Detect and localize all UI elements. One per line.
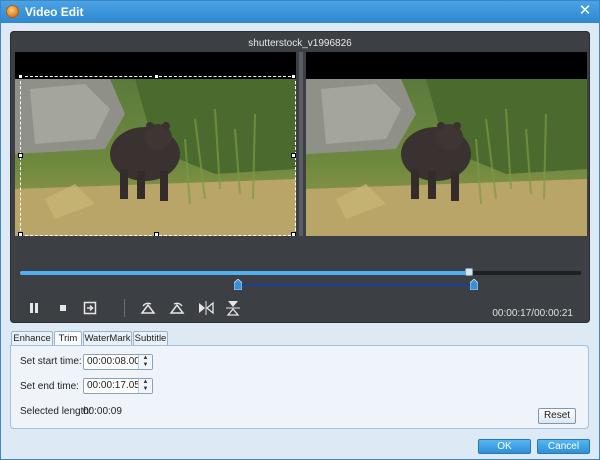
end-time-stepper[interactable]: 00:00:17.05 ▲ ▼ — [83, 378, 153, 394]
decrement-icon[interactable]: ▼ — [139, 386, 152, 393]
pause-icon — [30, 303, 38, 313]
preview-divider — [299, 52, 303, 236]
rotate-right-icon — [169, 302, 185, 314]
toolbar-separator — [124, 299, 125, 317]
tab-enhance[interactable]: Enhance — [11, 331, 53, 346]
seek-knob[interactable] — [465, 268, 474, 276]
end-time-arrows[interactable]: ▲ ▼ — [138, 379, 152, 393]
start-time-value: 00:00:08.00 — [87, 356, 140, 367]
tab-subtitle[interactable]: Subtitle — [133, 331, 168, 346]
pause-button[interactable] — [25, 299, 43, 317]
crop-handle[interactable] — [18, 74, 23, 79]
crop-handle[interactable] — [291, 153, 296, 158]
crop-handle[interactable] — [291, 74, 296, 79]
tab-watermark[interactable]: WaterMark — [83, 331, 132, 346]
output-video-preview — [306, 52, 587, 236]
snapshot-button[interactable] — [81, 299, 99, 317]
flip-horizontal-button[interactable] — [197, 299, 215, 317]
start-time-label: Set start time: — [20, 356, 82, 367]
start-time-stepper[interactable]: 00:00:08.00 ▲ ▼ — [83, 354, 153, 370]
crop-handle[interactable] — [154, 232, 159, 236]
rotate-left-button[interactable] — [139, 299, 157, 317]
start-time-arrows[interactable]: ▲ ▼ — [138, 355, 152, 369]
selected-length-value: 00:00:09 — [83, 406, 122, 417]
crop-handle[interactable] — [18, 232, 23, 236]
selected-length-label: Selected length: — [20, 406, 92, 417]
end-time-value: 00:00:17.05 — [87, 380, 140, 391]
increment-icon[interactable]: ▲ — [139, 355, 152, 362]
trim-start-marker[interactable] — [233, 279, 242, 290]
time-display: 00:00:17/00:00:21 — [492, 308, 573, 319]
seek-bar[interactable] — [20, 268, 581, 276]
close-icon[interactable]: ✕ — [577, 3, 593, 19]
title-bar: Video Edit ✕ — [1, 1, 599, 23]
window-title: Video Edit — [25, 5, 84, 19]
crop-handle[interactable] — [154, 74, 159, 79]
trim-range-line — [237, 284, 475, 286]
reset-button[interactable]: Reset — [538, 408, 576, 424]
increment-icon[interactable]: ▲ — [139, 379, 152, 386]
cancel-button[interactable]: Cancel — [537, 439, 590, 454]
flip-horizontal-icon — [199, 301, 214, 315]
snapshot-icon — [83, 301, 97, 315]
flip-vertical-button[interactable] — [224, 299, 242, 317]
video-frame-output — [306, 79, 587, 236]
video-filename: shutterstock_v1996826 — [248, 38, 352, 49]
crop-handle[interactable] — [18, 153, 23, 158]
rotate-left-icon — [140, 302, 156, 314]
end-time-label: Set end time: — [20, 381, 79, 392]
ok-button[interactable]: OK — [478, 439, 531, 454]
original-video-preview[interactable] — [15, 52, 296, 236]
stop-button[interactable] — [54, 299, 72, 317]
stop-icon — [60, 305, 66, 311]
trim-end-marker[interactable] — [470, 279, 479, 290]
decrement-icon[interactable]: ▼ — [139, 362, 152, 369]
video-edit-window: Video Edit ✕ shutterstock_v1996826 00:00… — [0, 0, 600, 460]
preview-panel: shutterstock_v1996826 00:00:17/00:00:21 — [10, 31, 590, 323]
flip-vertical-icon — [226, 301, 240, 316]
seek-bar-progress — [20, 271, 470, 275]
crop-handle[interactable] — [291, 232, 296, 236]
app-icon — [6, 5, 19, 18]
seek-bar-remaining — [469, 271, 581, 275]
rotate-right-button[interactable] — [168, 299, 186, 317]
video-frame-original — [15, 79, 296, 236]
trim-panel: Set start time: 00:00:08.00 ▲ ▼ Set end … — [10, 345, 589, 429]
